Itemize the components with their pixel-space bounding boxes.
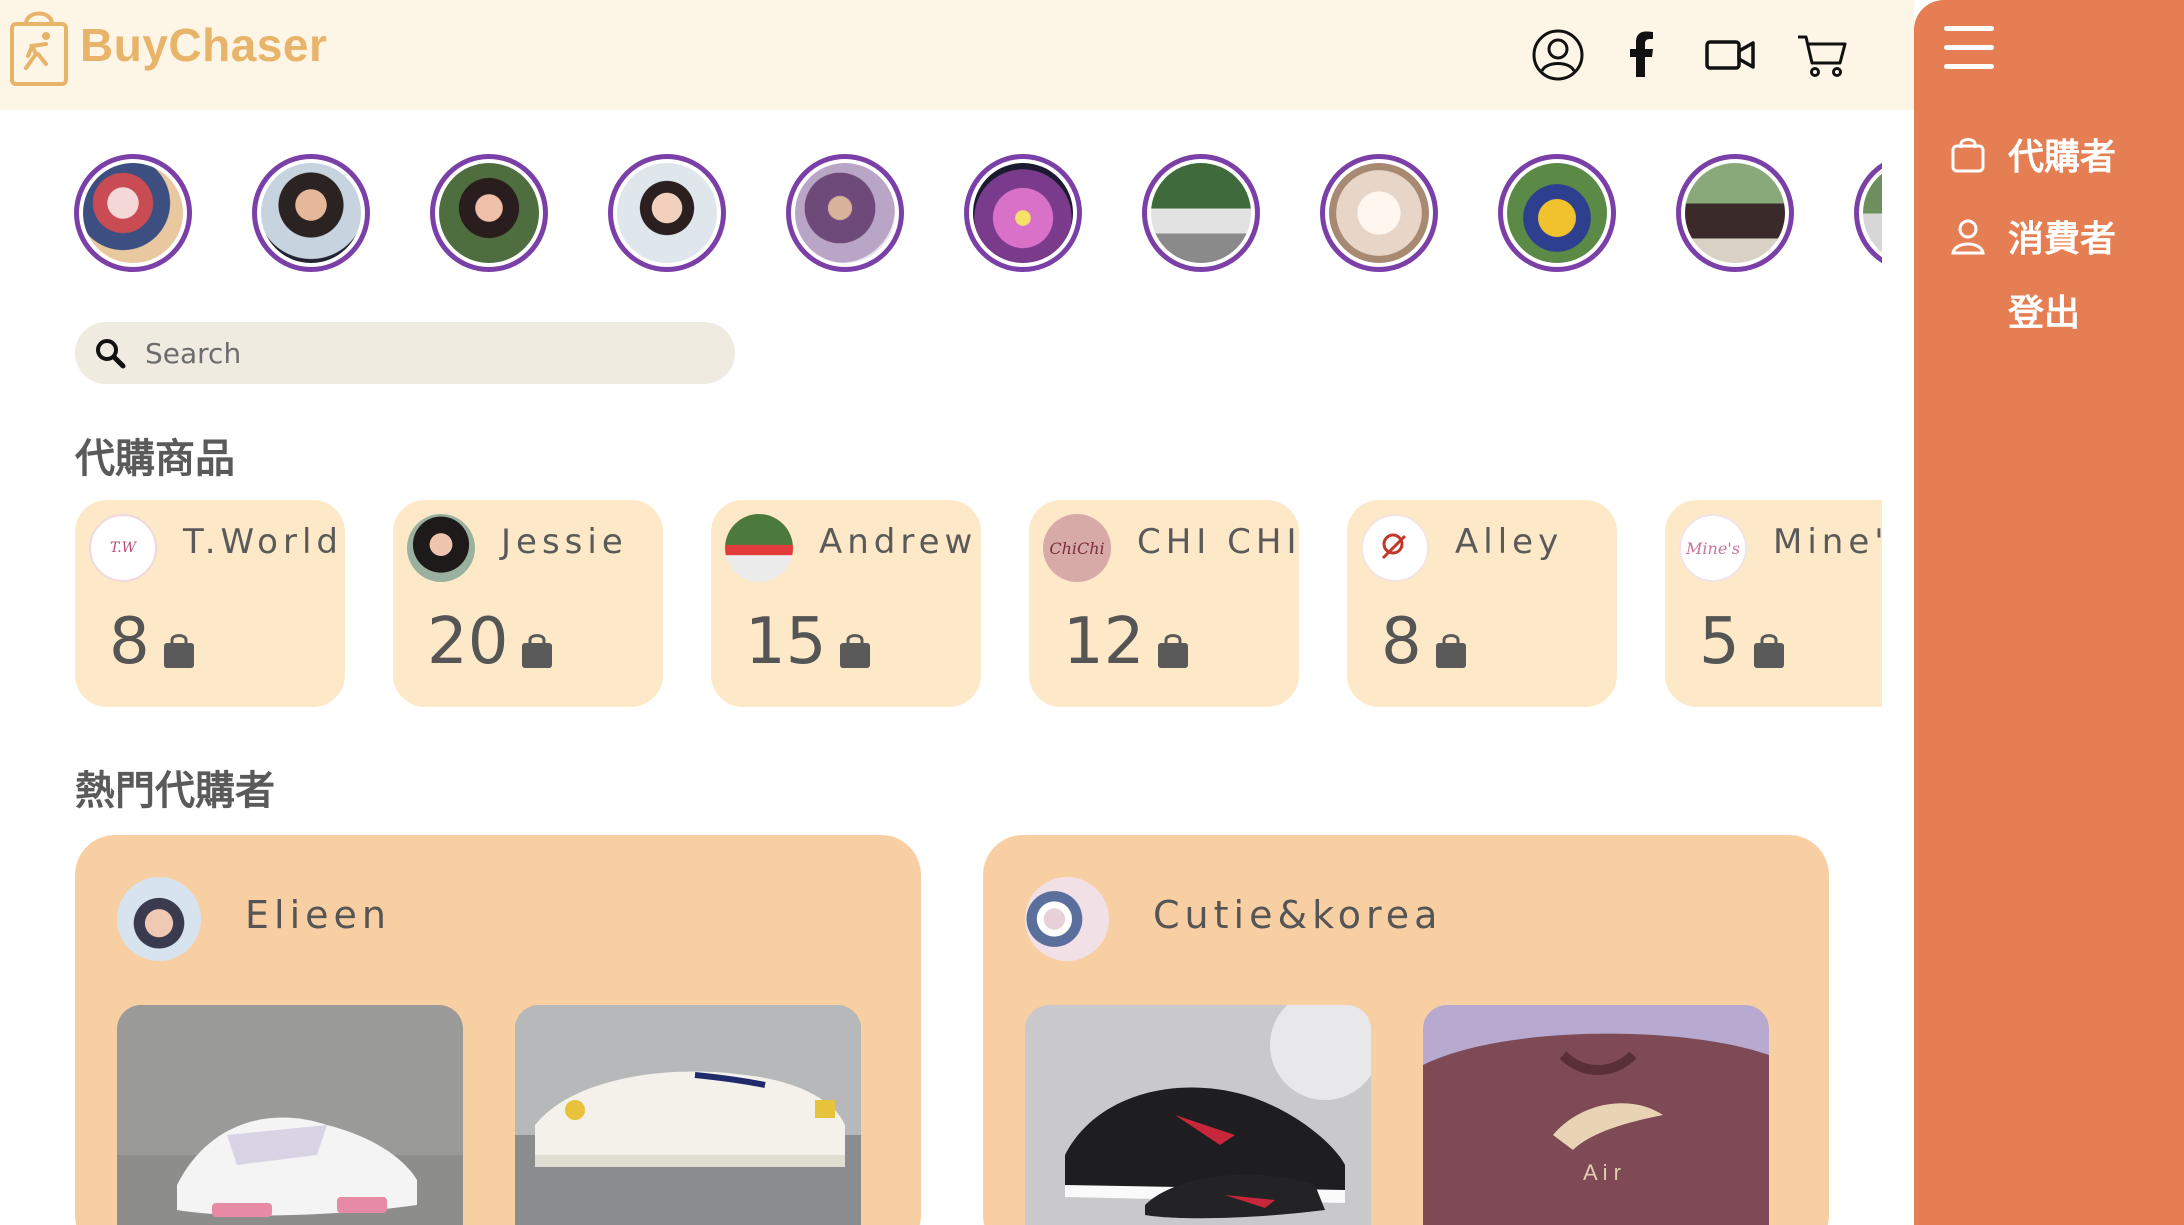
search-bar bbox=[75, 322, 735, 384]
story-photo bbox=[261, 163, 361, 263]
story-photo bbox=[1329, 163, 1429, 263]
product-count: 8 bbox=[1381, 605, 1422, 679]
product-avatar: ChiChi bbox=[1043, 514, 1111, 582]
story-avatar[interactable] bbox=[430, 154, 548, 272]
shopping-bag-icon bbox=[1436, 634, 1466, 668]
stories-row bbox=[74, 154, 1882, 274]
product-photo[interactable] bbox=[515, 1005, 861, 1225]
product-card[interactable]: Jessie 20 bbox=[393, 500, 663, 707]
hamburger-menu-icon[interactable] bbox=[1944, 26, 1994, 74]
top-header: BuyChaser bbox=[0, 0, 1914, 110]
story-photo bbox=[439, 163, 539, 263]
user-icon bbox=[1951, 219, 1985, 255]
product-avatar bbox=[725, 514, 793, 582]
popular-buyer-card[interactable]: Elieen bbox=[75, 835, 921, 1225]
product-count: 15 bbox=[745, 605, 827, 679]
product-avatar bbox=[407, 514, 475, 582]
menu-item-logout[interactable]: 登出 bbox=[2008, 284, 2080, 336]
story-avatar[interactable] bbox=[1498, 154, 1616, 272]
menu-item-label: 消費者 bbox=[2008, 219, 2117, 260]
product-card[interactable]: T.W T.World 8 bbox=[75, 500, 345, 707]
products-section-title: 代購商品 bbox=[75, 436, 235, 482]
product-seller-name: T.World bbox=[183, 522, 343, 562]
video-camera-icon[interactable] bbox=[1702, 27, 1758, 83]
menu-item-label: 代購者 bbox=[2008, 137, 2117, 178]
shopping-bag-icon bbox=[1951, 138, 1985, 173]
user-circle-icon[interactable] bbox=[1530, 27, 1586, 83]
side-drawer: 代購者 消費者 登出 bbox=[1914, 0, 2184, 1225]
menu-item-label: 登出 bbox=[2008, 293, 2081, 334]
search-input[interactable] bbox=[145, 336, 705, 370]
story-avatar[interactable] bbox=[964, 154, 1082, 272]
buyer-name: Elieen bbox=[245, 893, 391, 937]
popular-buyer-card[interactable]: Cutie&korea A i r bbox=[983, 835, 1829, 1225]
product-count: 20 bbox=[427, 605, 509, 679]
product-seller-name: Jessie bbox=[501, 522, 628, 562]
product-seller-name: CHI CHI bbox=[1137, 522, 1302, 562]
menu-item-consumers[interactable]: 消費者 bbox=[1948, 210, 2116, 262]
product-card[interactable]: ChiChi CHI CHI 12 bbox=[1029, 500, 1299, 707]
products-strip: T.W T.World 8 Jessie 20 Andrew 15 ChiChi… bbox=[75, 500, 1882, 710]
product-count: 12 bbox=[1063, 605, 1145, 679]
product-seller-name: Mine's bbox=[1773, 522, 1882, 562]
product-card[interactable]: Alley 8 bbox=[1347, 500, 1617, 707]
svg-text:A i r: A i r bbox=[1583, 1160, 1621, 1185]
product-photo[interactable]: A i r bbox=[1423, 1005, 1769, 1225]
shopping-bag-icon bbox=[522, 634, 552, 668]
story-avatar[interactable] bbox=[1320, 154, 1438, 272]
brand-logo[interactable]: BuyChaser bbox=[6, 2, 327, 88]
story-photo bbox=[795, 163, 895, 263]
search-icon bbox=[96, 339, 126, 369]
story-avatar[interactable] bbox=[1676, 154, 1794, 272]
story-avatar[interactable] bbox=[786, 154, 904, 272]
story-avatar[interactable] bbox=[1854, 154, 1882, 272]
product-seller-name: Alley bbox=[1455, 522, 1564, 562]
story-photo bbox=[617, 163, 717, 263]
story-avatar[interactable] bbox=[74, 154, 192, 272]
story-photo bbox=[1507, 163, 1607, 263]
shopping-bag-icon bbox=[840, 634, 870, 668]
product-seller-name: Andrew bbox=[819, 522, 978, 562]
header-icons bbox=[1530, 27, 1850, 83]
story-avatar[interactable] bbox=[608, 154, 726, 272]
facebook-icon[interactable] bbox=[1614, 27, 1670, 83]
shopping-bag-icon bbox=[1754, 634, 1784, 668]
product-card[interactable]: Andrew 15 bbox=[711, 500, 981, 707]
story-photo bbox=[1151, 163, 1251, 263]
shopping-bag-icon bbox=[164, 634, 194, 668]
story-photo bbox=[1685, 163, 1785, 263]
popular-section-title: 熱門代購者 bbox=[75, 768, 275, 814]
shopping-bag-icon bbox=[1158, 634, 1188, 668]
buyer-name: Cutie&korea bbox=[1153, 893, 1443, 937]
product-card[interactable]: Mine's Mine's 5 bbox=[1665, 500, 1882, 707]
product-avatar: Mine's bbox=[1679, 514, 1747, 582]
story-avatar[interactable] bbox=[252, 154, 370, 272]
story-photo bbox=[973, 163, 1073, 263]
product-avatar: T.W bbox=[89, 514, 157, 582]
shopping-cart-icon[interactable] bbox=[1794, 27, 1850, 83]
buyer-avatar bbox=[1025, 877, 1109, 961]
product-photo[interactable] bbox=[1025, 1005, 1371, 1225]
brand-name: BuyChaser bbox=[80, 19, 328, 71]
story-avatar[interactable] bbox=[1142, 154, 1260, 272]
story-photo bbox=[1863, 163, 1882, 263]
shopping-bag-logo-icon bbox=[10, 11, 68, 86]
product-photo[interactable] bbox=[117, 1005, 463, 1225]
product-avatar bbox=[1361, 514, 1429, 582]
buyer-avatar bbox=[117, 877, 201, 961]
product-count: 8 bbox=[109, 605, 150, 679]
story-photo bbox=[83, 163, 183, 263]
page: BuyChaser Search 代購商品 T.W T.World 8 Jess… bbox=[0, 0, 2184, 1225]
product-count: 5 bbox=[1699, 605, 1740, 679]
menu-item-buyers[interactable]: 代購者 bbox=[1948, 128, 2116, 180]
